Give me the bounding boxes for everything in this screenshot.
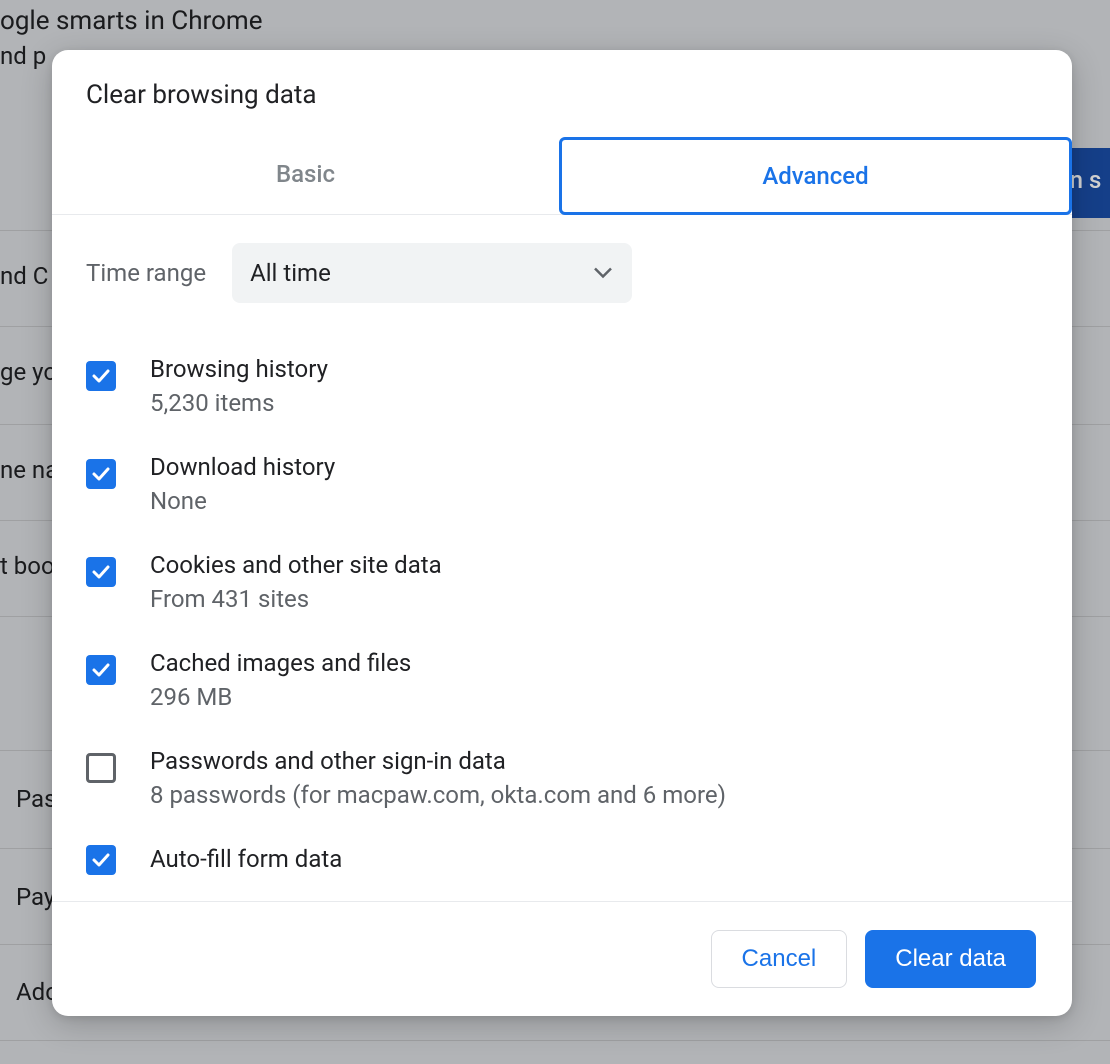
- option-title: Download history: [150, 453, 335, 481]
- dialog-footer: Cancel Clear data: [52, 901, 1072, 1016]
- clear-data-button[interactable]: Clear data: [865, 930, 1036, 988]
- tab-advanced[interactable]: Advanced: [559, 137, 1072, 215]
- option-passwords: Passwords and other sign-in data 8 passw…: [64, 729, 1060, 827]
- option-cached-images: Cached images and files 296 MB: [64, 631, 1060, 729]
- option-title: Browsing history: [150, 355, 328, 383]
- time-range-label: Time range: [86, 259, 206, 287]
- time-range-row: Time range All time: [52, 215, 1072, 321]
- tab-basic[interactable]: Basic: [52, 138, 559, 214]
- dialog-body: Time range All time Browsing history 5,2…: [52, 215, 1072, 901]
- option-title: Auto-fill form data: [150, 845, 342, 873]
- checkbox-download-history[interactable]: [86, 459, 116, 489]
- cancel-button[interactable]: Cancel: [711, 930, 848, 988]
- dialog-tabs: Basic Advanced: [52, 138, 1072, 215]
- option-download-history: Download history None: [64, 435, 1060, 533]
- option-browsing-history: Browsing history 5,230 items: [64, 337, 1060, 435]
- checkbox-passwords[interactable]: [86, 753, 116, 783]
- options-list: Browsing history 5,230 items Download hi…: [52, 321, 1072, 875]
- option-title: Cached images and files: [150, 649, 411, 677]
- checkbox-cookies[interactable]: [86, 557, 116, 587]
- time-range-select[interactable]: All time: [232, 243, 632, 303]
- option-desc: 8 passwords (for macpaw.com, okta.com an…: [150, 781, 726, 809]
- option-desc: From 431 sites: [150, 585, 442, 613]
- option-desc: 5,230 items: [150, 389, 328, 417]
- checkbox-browsing-history[interactable]: [86, 361, 116, 391]
- checkbox-cached-images[interactable]: [86, 655, 116, 685]
- time-range-value: All time: [250, 259, 331, 287]
- chevron-down-icon: [594, 264, 612, 283]
- option-desc: None: [150, 487, 335, 515]
- option-title: Passwords and other sign-in data: [150, 747, 726, 775]
- option-autofill: Auto-fill form data: [64, 827, 1060, 875]
- checkbox-autofill[interactable]: [86, 845, 116, 875]
- clear-browsing-data-dialog: Clear browsing data Basic Advanced Time …: [52, 50, 1072, 1016]
- dialog-title: Clear browsing data: [52, 50, 1072, 138]
- option-title: Cookies and other site data: [150, 551, 442, 579]
- option-cookies: Cookies and other site data From 431 sit…: [64, 533, 1060, 631]
- option-desc: 296 MB: [150, 683, 411, 711]
